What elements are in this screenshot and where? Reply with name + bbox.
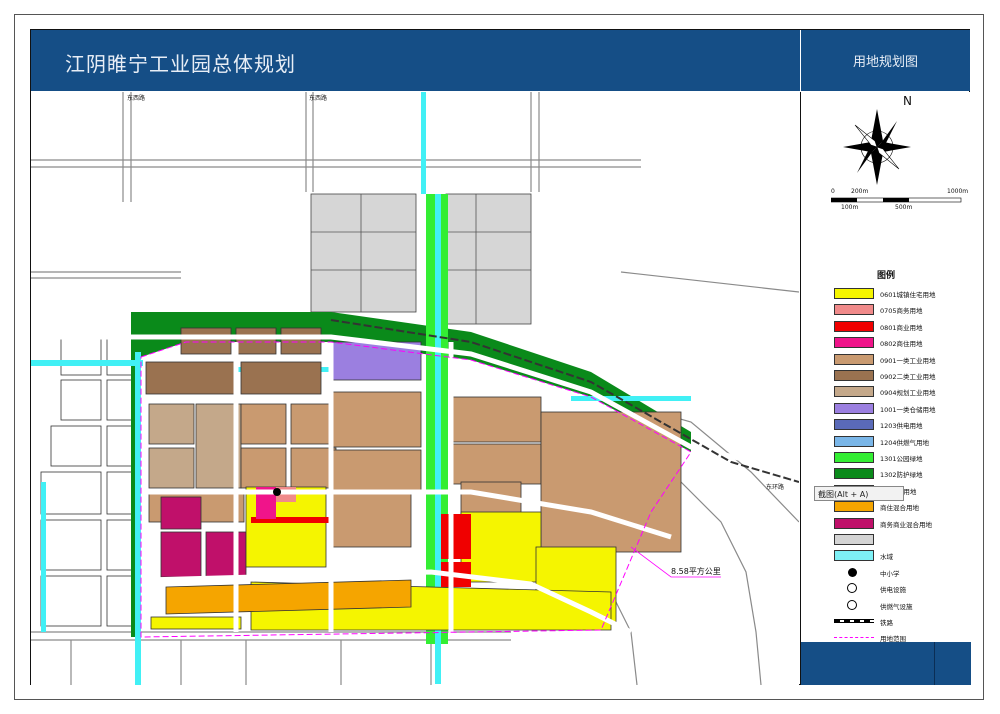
legend-swatch — [834, 452, 874, 463]
legend-swatch — [834, 566, 874, 578]
map-frame: 江阴睢宁工业园总体规划 用地规划图 8.58平方公里 东西路 东西路 东环路 N… — [30, 29, 971, 685]
legend-label: 0904规划工业用地 — [880, 389, 936, 398]
west-canal-c — [41, 482, 46, 632]
legend-swatch — [834, 386, 874, 398]
legend-label: 1203供电用地 — [880, 422, 923, 431]
north-label: N — [903, 94, 912, 108]
footer-divider — [934, 642, 935, 685]
legend-swatch — [834, 353, 874, 365]
legend-swatch — [834, 550, 874, 562]
legend-title: 图例 — [876, 271, 895, 281]
legend-swatch — [834, 419, 874, 431]
north-grey-zone — [310, 193, 532, 325]
title-bar: 江阴睢宁工业园总体规划 — [31, 30, 800, 91]
scale-label-1000: 1000m — [947, 188, 969, 195]
legend-swatch — [834, 304, 874, 316]
legend-swatch — [834, 599, 874, 611]
legend-label: 商务商业混合用地 — [880, 520, 932, 529]
legend-swatch — [834, 337, 874, 349]
legend-label: 商住混合用地 — [880, 504, 919, 513]
legend-label: 水域 — [880, 553, 893, 562]
legend-swatch — [834, 435, 874, 447]
legend-swatch — [834, 501, 874, 513]
legend-label: 1301公园绿地 — [880, 455, 923, 463]
legend-swatch — [834, 402, 874, 414]
scale-label-200: 200m — [851, 188, 869, 195]
road-label-3: 东环路 — [766, 483, 784, 491]
legend-label: 1302防护绿地 — [880, 471, 923, 480]
panel-title: 用地规划图 — [852, 55, 918, 70]
map-title: 江阴睢宁工业园总体规划 — [65, 52, 296, 76]
legend-label: 1204供燃气用地 — [880, 438, 930, 447]
area-label: 8.58平方公里 — [671, 566, 721, 576]
road-label-1: 东西路 — [127, 94, 145, 102]
legend-label: 铁路 — [880, 619, 893, 627]
road-label-2: 东西路 — [309, 94, 327, 102]
legend-label: 0705商务用地 — [880, 307, 923, 316]
west-canal-b — [135, 352, 141, 685]
scale-bar: 0 200m 1000m 100m 500m — [807, 188, 969, 218]
west-blocks — [40, 336, 138, 627]
map-sheet: 江阴睢宁工业园总体规划 用地规划图 8.58平方公里 东西路 东西路 东环路 N… — [14, 14, 984, 700]
east-canal — [571, 396, 691, 401]
legend-label: 0802商住用地 — [880, 340, 923, 349]
scale-label-500: 500m — [895, 204, 913, 211]
legend-swatch — [834, 616, 874, 627]
scale-label-100: 100m — [841, 204, 859, 211]
legend-label: 0902二类工业用地 — [880, 373, 936, 381]
land-use-map[interactable]: 8.58平方公里 东西路 东西路 东环路 — [31, 92, 799, 685]
legend-swatch — [834, 320, 874, 332]
legend-label: 0801商业用地 — [880, 323, 923, 332]
panel-title-bar: 用地规划图 — [801, 30, 970, 91]
school-marker — [273, 488, 281, 496]
map-canvas: 8.58平方公里 东西路 东西路 东环路 — [31, 92, 799, 685]
legend-panel: N 0 200m 1000m 100m 500m 图例 0601城镇住宅用地 0… — [800, 92, 971, 644]
legend-swatch — [834, 517, 874, 529]
screenshot-tooltip: 截图(Alt + A) — [814, 486, 904, 501]
legend-swatch — [834, 288, 874, 299]
legend-label: 供电设施 — [880, 586, 906, 595]
legend-swatch — [834, 468, 874, 480]
legend-label: 1001一类仓储用地 — [880, 405, 936, 414]
legend-swatch — [834, 534, 874, 545]
legend-label: 中小学 — [880, 569, 900, 578]
planned-industrial — [148, 403, 242, 489]
legend-swatch — [834, 583, 874, 595]
north-arrow: N — [831, 92, 941, 192]
scale-label-0: 0 — [831, 188, 835, 195]
compass-rose-icon — [843, 109, 911, 185]
legend-label: 供燃气设施 — [880, 602, 913, 611]
footer-bar — [800, 642, 971, 685]
west-canal-a — [31, 360, 143, 366]
legend-label: 0901一类工业用地 — [880, 356, 936, 365]
north-canal — [421, 92, 426, 194]
legend-label: 0601城镇住宅用地 — [880, 291, 936, 299]
legend-swatch — [834, 370, 874, 381]
